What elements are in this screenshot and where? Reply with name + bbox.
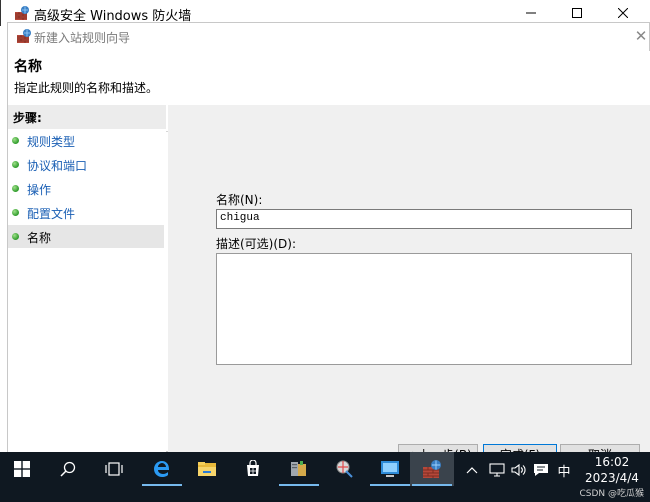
watermark: CSDN @吃瓜猴	[579, 489, 644, 499]
show-hidden-icons-button[interactable]	[464, 460, 480, 480]
step-bullet-icon	[12, 209, 19, 216]
volume-button[interactable]	[510, 460, 528, 480]
firewall-icon	[16, 28, 32, 44]
network-tool-icon	[336, 460, 353, 478]
network-status-button[interactable]	[488, 460, 506, 480]
network-icon	[489, 463, 505, 477]
name-input[interactable]: chigua	[216, 209, 632, 229]
firewall-taskbar-button[interactable]	[410, 452, 454, 486]
firewall-icon	[423, 460, 441, 478]
dialog-titlebar[interactable]: 新建入站规则向导 ✕	[8, 23, 650, 51]
step-label: 名称	[27, 231, 52, 245]
steps-label: 步骤:	[13, 111, 42, 125]
taskbar: 中 16:02 2023/4/4 CSDN @吃瓜猴	[0, 452, 650, 502]
network-tool-button[interactable]	[322, 452, 366, 486]
remote-desktop-icon	[381, 461, 399, 477]
description-label: 描述(可选)(D):	[216, 237, 297, 251]
search-icon	[60, 461, 76, 477]
chevron-up-icon	[466, 467, 478, 474]
edge-icon	[154, 461, 169, 477]
wizard-content: 名称(N): chigua 描述(可选)(D): < 上一步(B) 完成(F) …	[168, 105, 650, 466]
server-manager-button[interactable]	[277, 452, 321, 486]
step-bullet-icon	[12, 137, 19, 144]
new-inbound-rule-wizard: 新建入站规则向导 ✕ 名称 指定此规则的名称和描述。 步骤: 规则类型 协议和端…	[7, 22, 650, 466]
step-rule-type[interactable]: 规则类型	[8, 129, 164, 152]
notifications-button[interactable]	[532, 460, 550, 480]
file-explorer-button[interactable]	[185, 452, 229, 486]
steps-panel: 步骤: 规则类型 协议和端口 操作 配置文件 名称	[8, 105, 166, 453]
system-clock[interactable]: 16:02 2023/4/4	[583, 452, 641, 486]
step-label: 配置文件	[27, 207, 76, 221]
page-subtitle: 指定此规则的名称和描述。	[14, 81, 159, 95]
clock-date: 2023/4/4	[585, 471, 639, 485]
windows-logo-icon	[14, 461, 30, 477]
dialog-close-button[interactable]: ✕	[634, 28, 648, 44]
step-action[interactable]: 操作	[8, 177, 164, 200]
firewall-app-icon	[14, 5, 30, 21]
name-label: 名称(N):	[216, 193, 263, 207]
step-label: 操作	[27, 183, 52, 197]
step-name-current[interactable]: 名称	[8, 225, 164, 248]
search-button[interactable]	[46, 452, 90, 486]
store-icon	[247, 460, 259, 476]
clock-time: 16:02	[594, 455, 630, 469]
start-button[interactable]	[0, 452, 44, 486]
remote-desktop-button[interactable]	[368, 452, 412, 486]
steps-header: 步骤:	[8, 105, 166, 129]
message-icon	[534, 464, 548, 476]
store-button[interactable]	[231, 452, 275, 486]
step-bullet-icon	[12, 233, 19, 240]
step-profile[interactable]: 配置文件	[8, 201, 164, 224]
step-protocol-and-ports[interactable]: 协议和端口	[8, 153, 164, 176]
step-label: 协议和端口	[27, 159, 88, 173]
input-method-button[interactable]: 中	[554, 460, 574, 480]
task-view-button[interactable]	[92, 452, 136, 486]
window-edge	[0, 0, 5, 26]
task-view-icon	[105, 462, 123, 476]
screen: 高级安全 Windows 防火墙 新建入站规则向导 ✕ 名称 指定此规则的名称和…	[0, 0, 650, 502]
description-textarea[interactable]	[216, 253, 632, 365]
step-label: 规则类型	[27, 135, 76, 149]
step-bullet-icon	[12, 185, 19, 192]
speaker-icon	[511, 463, 526, 477]
edge-button[interactable]	[140, 452, 184, 486]
step-bullet-icon	[12, 161, 19, 168]
dialog-title: 新建入站规则向导	[34, 31, 131, 45]
server-manager-icon	[291, 461, 306, 476]
file-explorer-icon	[198, 462, 216, 476]
page-title: 名称	[14, 59, 42, 75]
